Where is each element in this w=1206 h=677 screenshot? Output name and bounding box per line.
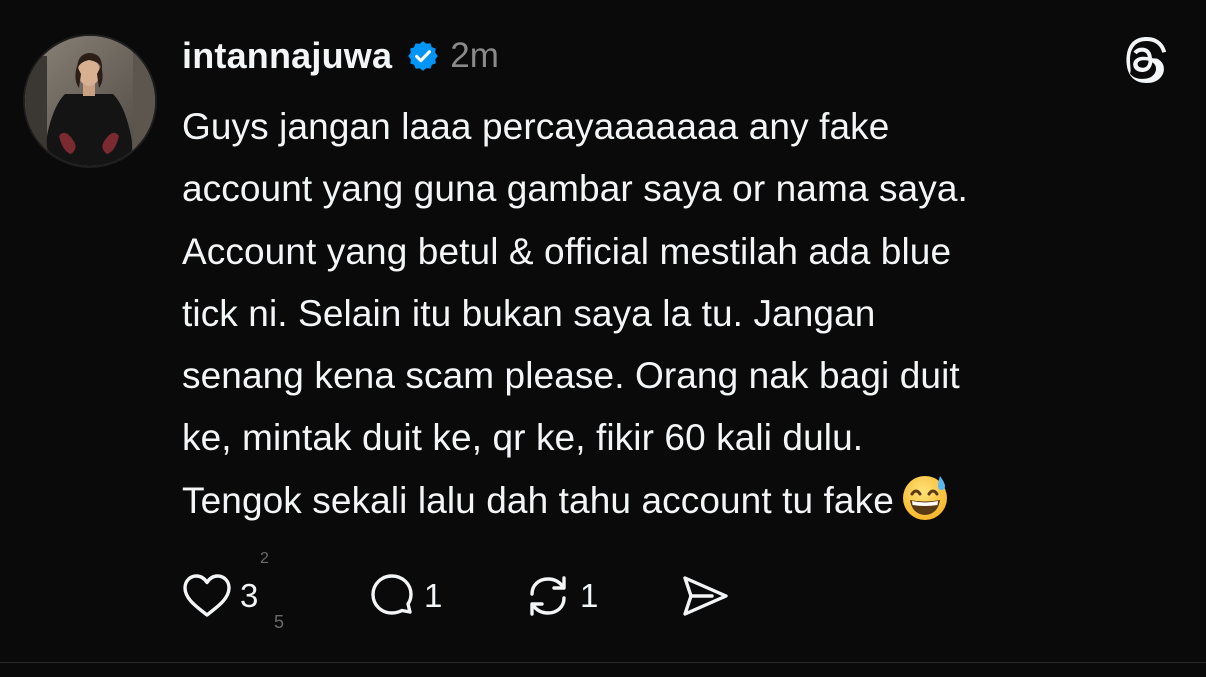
post-line: account yang guna gambar saya or nama sa… <box>182 168 968 210</box>
post-header: intannajuwa 2m <box>182 30 499 82</box>
post-line: ke, mintak duit ke, qr ke, fikir 60 kali… <box>182 417 864 459</box>
post-line: Tengok sekali lalu dah tahu account tu f… <box>182 479 894 521</box>
thread-post: intannajuwa 2m Guys jangan laaa percayaa… <box>0 0 1206 662</box>
reply-count: 1 <box>424 577 443 614</box>
like-button[interactable]: 3 2 5 <box>180 550 284 632</box>
verified-badge-icon <box>406 39 440 73</box>
comment-icon <box>366 570 418 622</box>
avatar-image <box>25 36 155 166</box>
post-line: senang kena scam please. Orang nak bagi … <box>182 355 960 397</box>
post-time: 2m <box>450 36 499 75</box>
like-count-next-top: 2 <box>260 550 269 567</box>
avatar[interactable] <box>25 36 155 166</box>
post-body: Guys jangan laaa percayaaaaaaa any fake … <box>182 96 1172 532</box>
repost-icon <box>522 570 574 622</box>
like-count: 3 <box>240 577 259 614</box>
heart-icon <box>180 572 234 620</box>
share-icon <box>678 570 732 622</box>
username[interactable]: intannajuwa <box>182 35 392 77</box>
post-divider <box>0 662 1206 663</box>
share-button[interactable] <box>678 566 732 626</box>
grinning-face-with-sweat-emoji <box>900 472 950 522</box>
reply-button[interactable]: 1 <box>366 566 442 626</box>
post-line: Account yang betul & official mestilah a… <box>182 230 952 272</box>
threads-logo-icon[interactable] <box>1119 36 1167 84</box>
post-last-line: Tengok sekali lalu dah tahu account tu f… <box>182 470 1172 532</box>
like-count-next-bottom: 5 <box>274 612 285 632</box>
post-actions: 3 2 5 1 1 <box>180 550 780 632</box>
post-line: Guys jangan laaa percayaaaaaaa any fake <box>182 106 890 147</box>
repost-button[interactable]: 1 <box>522 566 598 626</box>
repost-count: 1 <box>580 577 599 614</box>
post-line: tick ni. Selain itu bukan saya la tu. Ja… <box>182 292 876 334</box>
